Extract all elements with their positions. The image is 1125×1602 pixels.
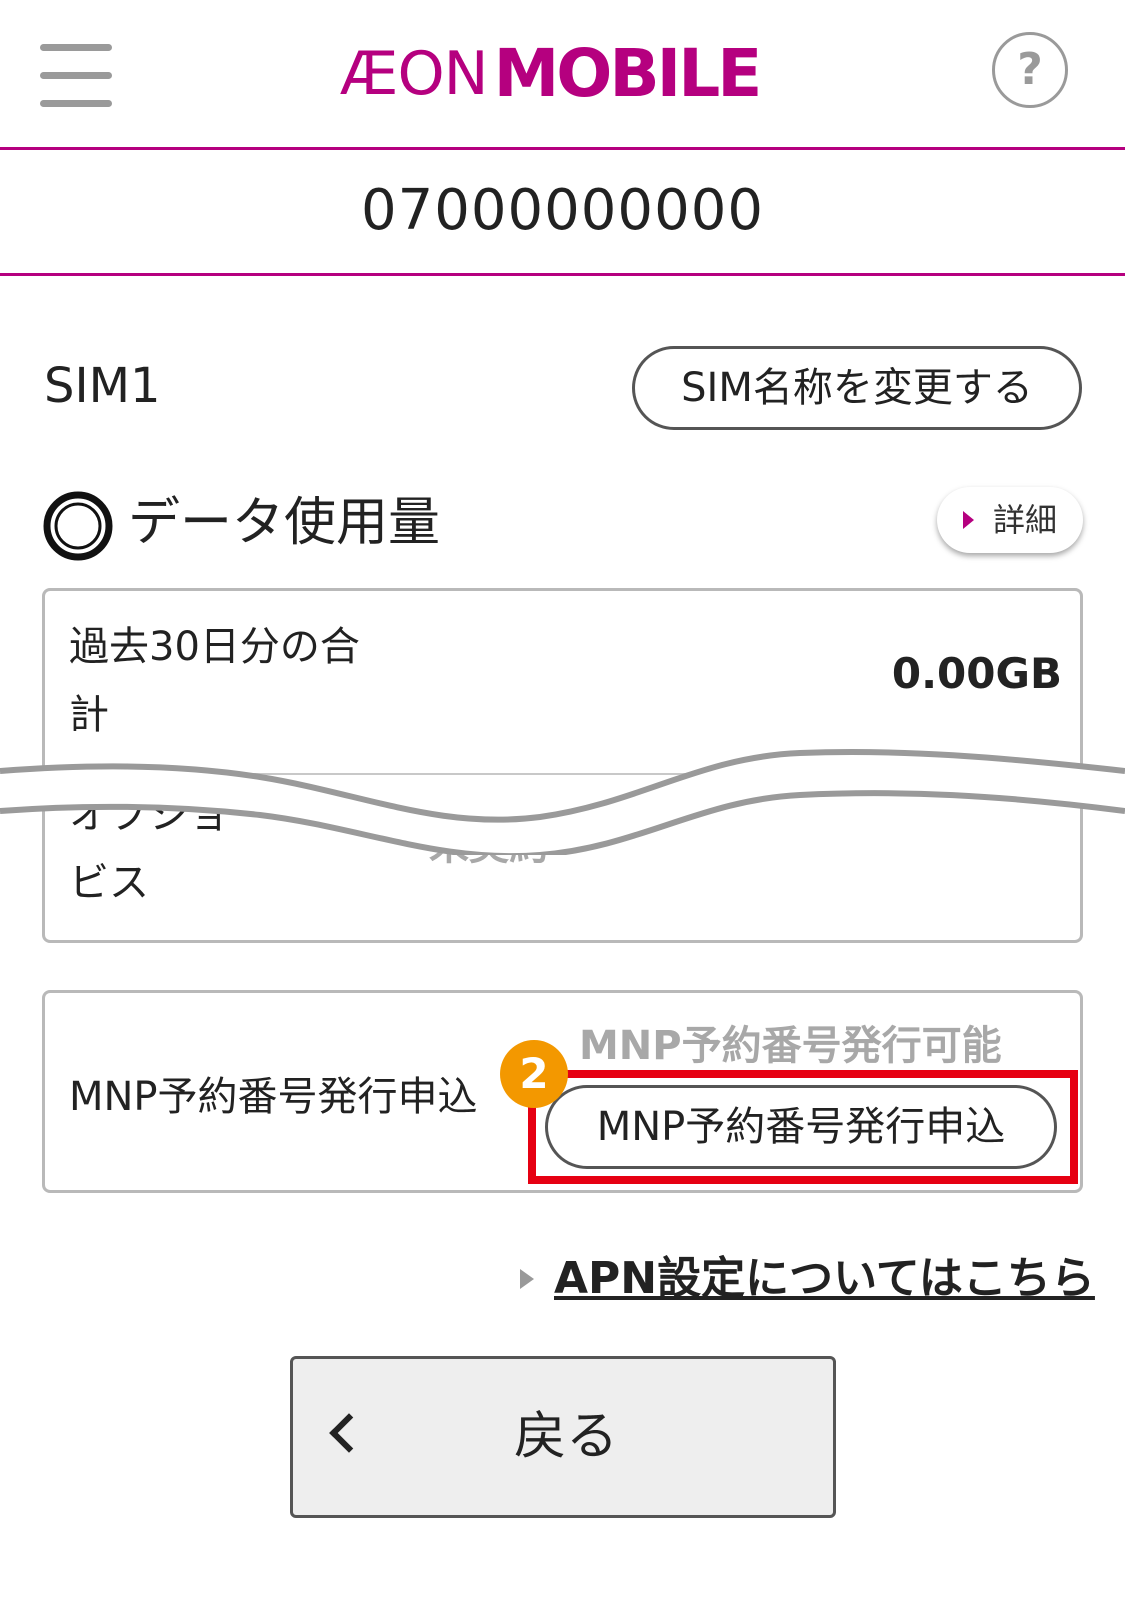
logo-aeon-text: ÆON [340,39,489,109]
mnp-label: MNP予約番号発行申込 [69,1074,478,1120]
highlight-frame [528,1070,1078,1184]
logo-mobile-text: MOBILE [493,35,763,112]
total-label-line1: 過去30日分の合 [69,624,360,670]
sim-name: SIM1 [44,358,161,414]
play-triangle-icon [963,511,974,529]
apn-settings-link-text[interactable]: APN設定についてはこちら [554,1247,1095,1311]
mnp-status: MNP予約番号発行可能 [579,1023,1002,1069]
data-ring-icon [43,491,113,561]
hamburger-menu-icon[interactable] [40,44,112,108]
help-icon[interactable]: ? [992,32,1068,108]
header-divider [0,147,1125,150]
play-triangle-icon [520,1269,534,1289]
total-value: 0.00GB [891,649,1062,698]
step-badge: 2 [500,1040,568,1108]
rename-sim-button[interactable]: SIM名称を変更する [632,346,1082,430]
detail-button-label: 詳細 [993,501,1058,539]
aeon-mobile-logo: ÆONMOBILE [340,34,763,114]
phone-number: 07000000000 [361,178,764,243]
detail-button[interactable]: 詳細 [937,487,1083,553]
omission-wave [0,748,1125,855]
option-label-line2: ビス [69,860,149,906]
back-button-label: 戻る [513,1407,618,1467]
back-button[interactable]: 戻る [290,1356,836,1518]
data-usage-title: データ使用量 [128,493,441,553]
phone-divider [0,273,1125,276]
